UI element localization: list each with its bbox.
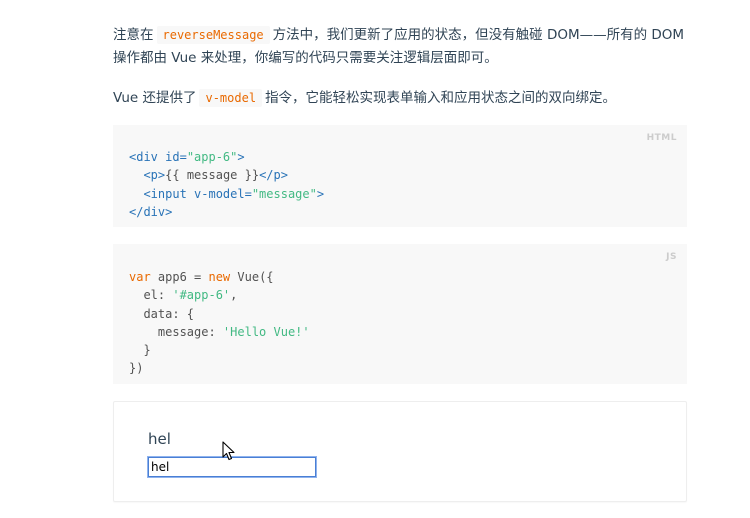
p1-before: 注意在 <box>113 27 154 43</box>
html-l1-open: <div <box>129 150 166 164</box>
html-l3-indent <box>129 187 143 201</box>
html-l1-val: "app-6" <box>186 150 238 164</box>
html-code-block: HTML <div id="app-6"> <p>{{ message }}</… <box>113 125 687 227</box>
html-code: <div id="app-6"> <p>{{ message }}</p> <i… <box>129 148 324 221</box>
js-l3-text: data: { <box>129 306 195 321</box>
html-lang-label: HTML <box>646 133 677 143</box>
js-l1-text2: Vue({ <box>230 270 274 284</box>
demo-box: hel <box>113 401 687 502</box>
code-v-model: v-model <box>199 89 263 107</box>
paragraph-v-model: Vue 还提供了 v-model 指令，它能轻松实现表单输入和应用状态之间的双向绑定… <box>113 87 693 110</box>
html-l3-val: "message" <box>251 186 317 201</box>
js-l2-str: '#app-6' <box>172 288 231 303</box>
p2-before: Vue 还提供了 <box>113 90 197 106</box>
js-l1-kw1: var <box>129 270 151 284</box>
demo-message: hel <box>148 430 171 448</box>
html-l3-close: > <box>316 186 325 201</box>
js-l5-text: } <box>129 343 151 358</box>
code-reverse-message: reverseMessage <box>156 26 270 44</box>
js-l4-text: message: <box>129 324 223 339</box>
mouse-pointer-icon <box>222 441 235 461</box>
js-code: var app6 = new Vue({ el: '#app-6', data:… <box>129 268 310 378</box>
js-lang-label: JS <box>666 252 677 262</box>
paragraph-reverse-message: 注意在 reverseMessage 方法中，我们更新了应用的状态，但没有触碰 DO… <box>113 24 693 70</box>
html-l2-close: </p> <box>259 168 288 183</box>
html-l4-close: </div> <box>129 204 173 219</box>
html-l2-open: <p> <box>143 168 166 183</box>
html-l3-attr: v-model= <box>194 186 252 201</box>
js-l1-text1: app6 = <box>150 270 209 284</box>
html-l1-attr: id= <box>165 150 187 164</box>
js-l6-text: }) <box>129 361 144 376</box>
js-l4-str: 'Hello Vue!' <box>222 324 310 339</box>
html-l3-open: <input <box>143 186 195 201</box>
p2-after: 指令，它能轻松实现表单输入和应用状态之间的双向绑定。 <box>265 90 617 106</box>
js-l2-end: , <box>230 288 238 303</box>
js-code-block: JS var app6 = new Vue({ el: '#app-6', da… <box>113 244 687 384</box>
html-l2-indent <box>129 168 143 182</box>
html-l1-close: > <box>237 150 245 164</box>
html-l2-text: {{ message }} <box>165 168 260 183</box>
js-l1-kw2: new <box>208 270 231 284</box>
js-l2-text: el: <box>129 288 173 303</box>
